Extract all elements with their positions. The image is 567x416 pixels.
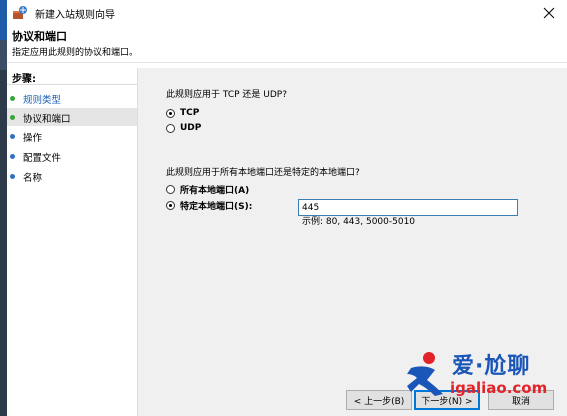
window-title: 新建入站规则向导 — [35, 10, 115, 21]
step-status-icon — [10, 154, 15, 159]
step-status-icon — [10, 174, 15, 179]
sidebar-item-rule-type[interactable]: 规则类型 — [7, 89, 137, 107]
watermark-url: igaliao.com — [450, 379, 548, 397]
sidebar-item-label: 配置文件 — [23, 153, 62, 164]
sidebar-item-label: 规则类型 — [23, 95, 62, 106]
protocol-question: 此规则应用于 TCP 还是 UDP? — [166, 90, 287, 100]
step-status-icon — [10, 134, 15, 139]
radio-unselected-icon — [166, 123, 175, 133]
back-button[interactable]: < 上一步(B) — [346, 390, 412, 410]
sidebar-item-label: 协议和端口 — [23, 114, 71, 125]
tcp-radio-label: TCP — [180, 108, 200, 118]
page-title: 协议和端口 — [12, 30, 67, 43]
close-button[interactable] — [535, 2, 563, 24]
port-question: 此规则应用于所有本地端口还是特定的本地端口? — [166, 168, 360, 178]
sidebar-item-profile[interactable]: 配置文件 — [7, 147, 137, 165]
specific-local-ports-radio[interactable]: 特定本地端口(S): — [166, 198, 252, 212]
sidebar-item-name[interactable]: 名称 — [7, 167, 137, 185]
steps-divider — [7, 84, 137, 85]
specific-local-ports-label: 特定本地端口(S): — [180, 201, 253, 212]
close-icon — [543, 7, 555, 19]
steps-sidebar: 步骤: 规则类型 协议和端口 操作 配置文件 名称 — [7, 68, 138, 416]
site-watermark: 爱·尬聊 igaliao.com — [405, 346, 565, 404]
step-status-icon — [10, 115, 15, 120]
sidebar-item-action[interactable]: 操作 — [7, 127, 137, 145]
port-example-hint: 示例: 80, 443, 5000-5010 — [302, 217, 416, 227]
sidebar-item-label: 名称 — [23, 173, 43, 184]
firewall-app-icon — [12, 5, 28, 21]
radio-unselected-icon — [166, 184, 175, 194]
all-local-ports-radio[interactable]: 所有本地端口(A) — [166, 182, 249, 196]
udp-radio-label: UDP — [180, 123, 202, 133]
page-subtitle: 指定应用此规则的协议和端口。 — [12, 48, 139, 58]
watermark-logo-text: 爱·尬聊 — [452, 354, 531, 379]
steps-heading: 步骤: — [12, 74, 36, 85]
sidebar-item-label: 操作 — [23, 133, 43, 144]
radio-selected-icon — [166, 108, 175, 118]
radio-selected-icon — [166, 200, 175, 210]
runner-logo-icon — [407, 352, 443, 396]
wizard-header: 协议和端口 指定应用此规则的协议和端口。 — [7, 26, 567, 63]
step-status-icon — [10, 96, 15, 101]
udp-radio[interactable]: UDP — [166, 121, 201, 135]
title-bar[interactable]: 新建入站规则向导 — [7, 0, 567, 26]
background-window-edge — [0, 0, 7, 416]
tcp-radio[interactable]: TCP — [166, 106, 199, 120]
sidebar-item-protocol-ports[interactable]: 协议和端口 — [7, 108, 137, 126]
all-local-ports-label: 所有本地端口(A) — [180, 185, 250, 196]
